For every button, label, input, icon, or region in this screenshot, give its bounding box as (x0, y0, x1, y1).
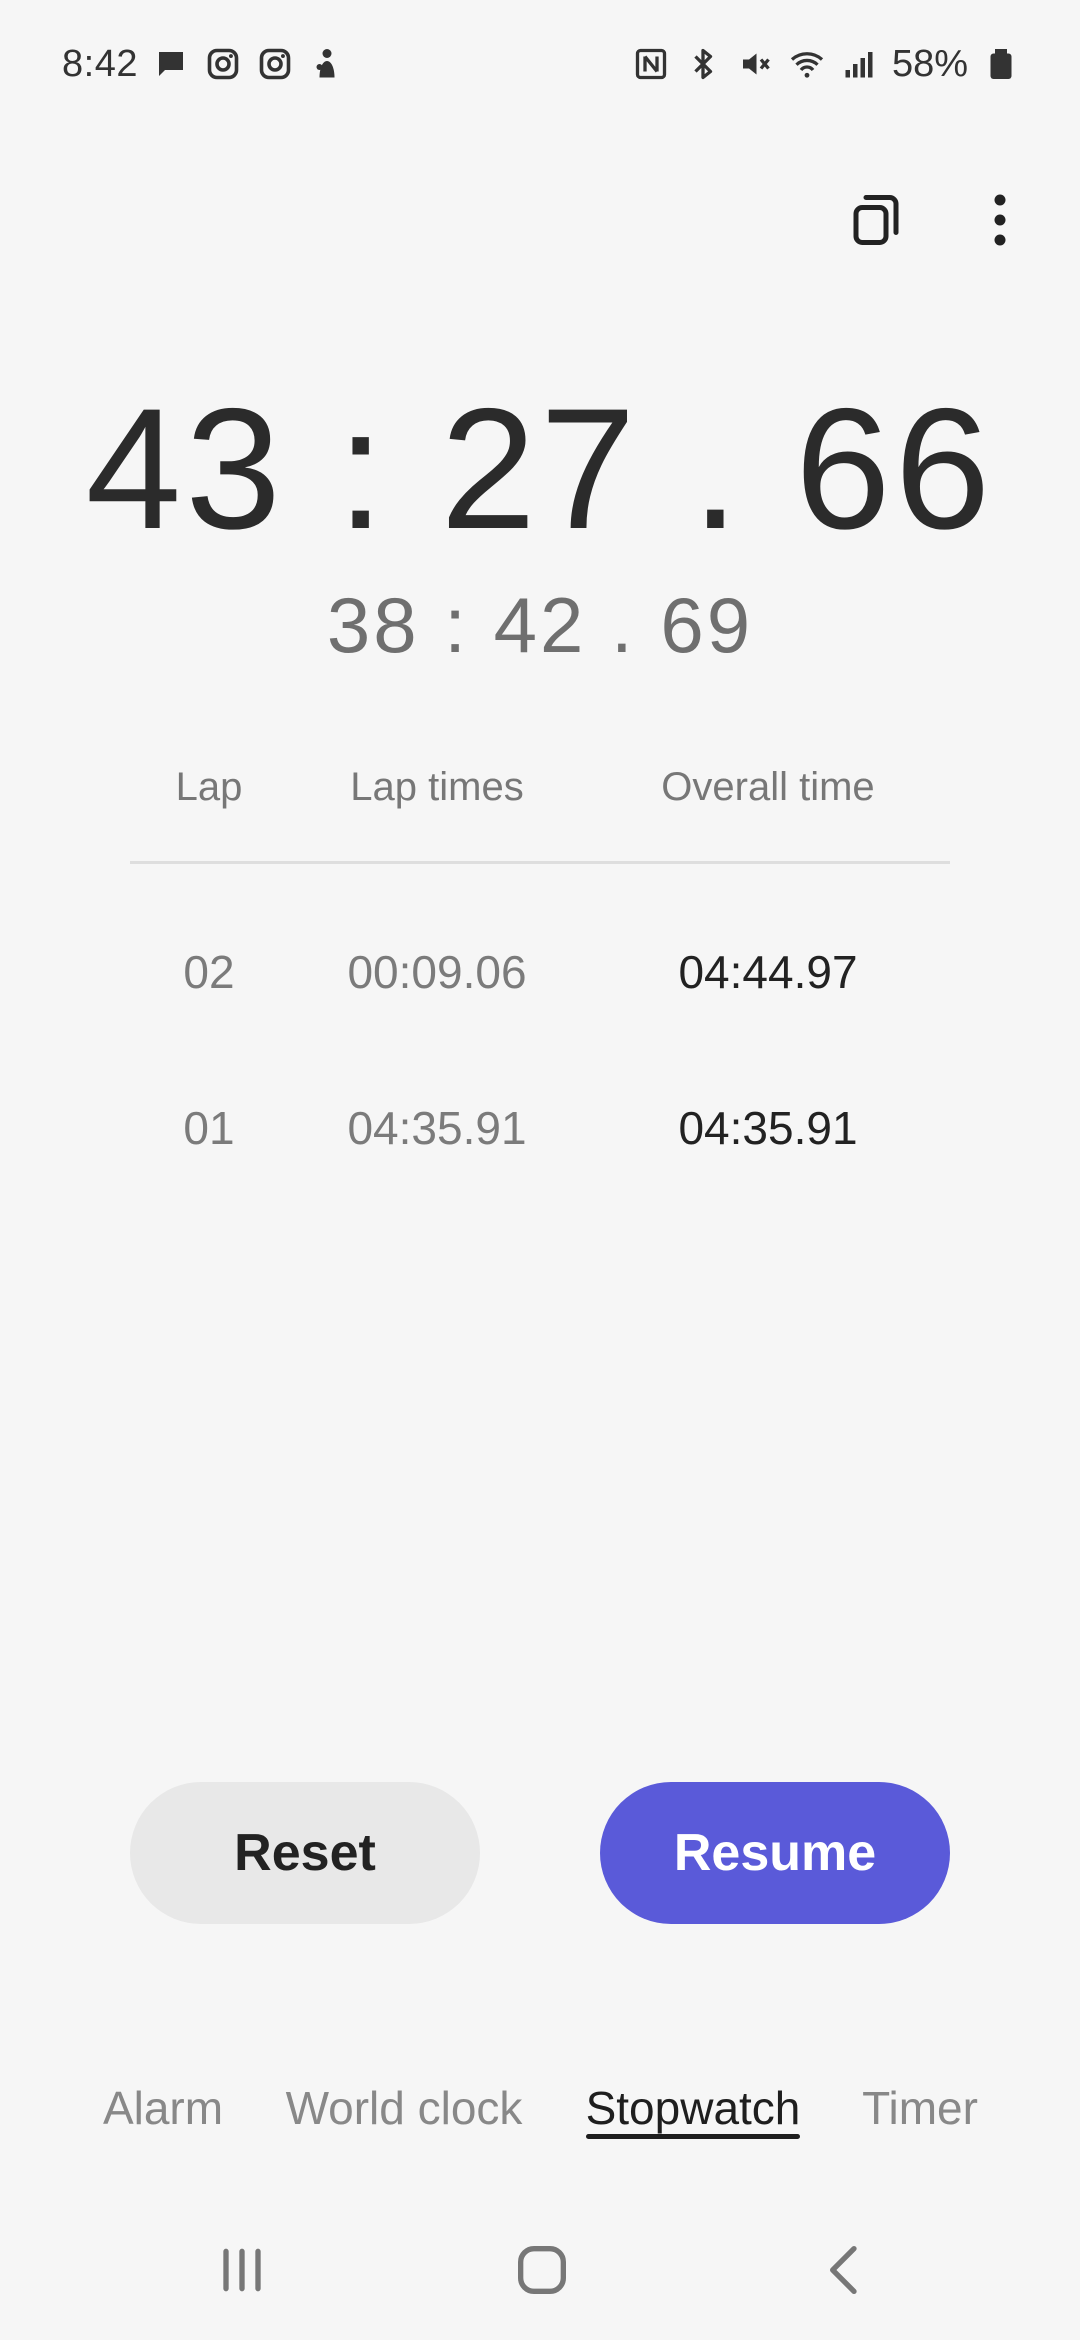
nfc-icon (632, 45, 670, 83)
status-time: 8:42 (62, 42, 138, 85)
overall-time: 04:35.91 (678, 1102, 858, 1154)
back-icon[interactable] (786, 2220, 906, 2320)
overall-time: 04:44.97 (678, 946, 858, 998)
lap-number: 02 (183, 946, 235, 998)
status-bar: 8:42 58% (0, 0, 1080, 128)
signal-icon (840, 45, 878, 83)
header-lap: Lap (175, 764, 243, 809)
status-right: 58% (632, 43, 1020, 86)
top-actions (836, 180, 1040, 260)
current-lap-time-display: 38 : 42 . 69 (326, 581, 754, 669)
instagram-icon (204, 45, 242, 83)
tab-world-clock[interactable]: World clock (284, 2068, 524, 2148)
reset-button[interactable]: Reset (130, 1782, 480, 1924)
wifi-icon (788, 45, 826, 83)
lap-number: 01 (183, 1102, 235, 1154)
lap-time: 00:09.06 (347, 946, 527, 998)
header-divider (130, 861, 950, 864)
lap-time: 04:35.91 (347, 1102, 527, 1154)
home-icon[interactable] (482, 2220, 602, 2320)
recent-apps-icon[interactable] (182, 2220, 302, 2320)
battery-percentage: 58% (891, 42, 968, 85)
total-time-display: 43 : 27 . 66 (85, 373, 995, 565)
table-row: 02 00:09.06 04:44.97 (130, 932, 950, 1012)
lap-table-header: Lap Lap times Overall time (130, 752, 950, 822)
more-options-icon[interactable] (960, 180, 1040, 260)
resume-button[interactable]: Resume (600, 1782, 950, 1924)
instagram-icon (256, 45, 294, 83)
battery-icon (982, 45, 1020, 83)
status-left: 8:42 (62, 43, 346, 86)
bottom-tabs: Alarm World clock Stopwatch Timer (0, 2068, 1080, 2148)
stopwatch-screen: 8:42 58% 43: 27 . 66 38: 42 . 69 Lap L… (0, 0, 1080, 2340)
notification-icon (308, 45, 346, 83)
header-overall-time: Overall time (661, 764, 875, 809)
table-row: 01 04:35.91 04:35.91 (130, 1088, 950, 1168)
bluetooth-icon (684, 45, 722, 83)
header-lap-times: Lap times (350, 764, 524, 809)
tab-timer[interactable]: Timer (860, 2068, 980, 2148)
mute-icon (736, 45, 774, 83)
navigation-bar (0, 2220, 1080, 2320)
popup-view-icon[interactable] (836, 180, 916, 260)
message-icon (152, 45, 190, 83)
tab-alarm[interactable]: Alarm (100, 2068, 226, 2148)
active-tab-indicator (586, 2134, 800, 2139)
